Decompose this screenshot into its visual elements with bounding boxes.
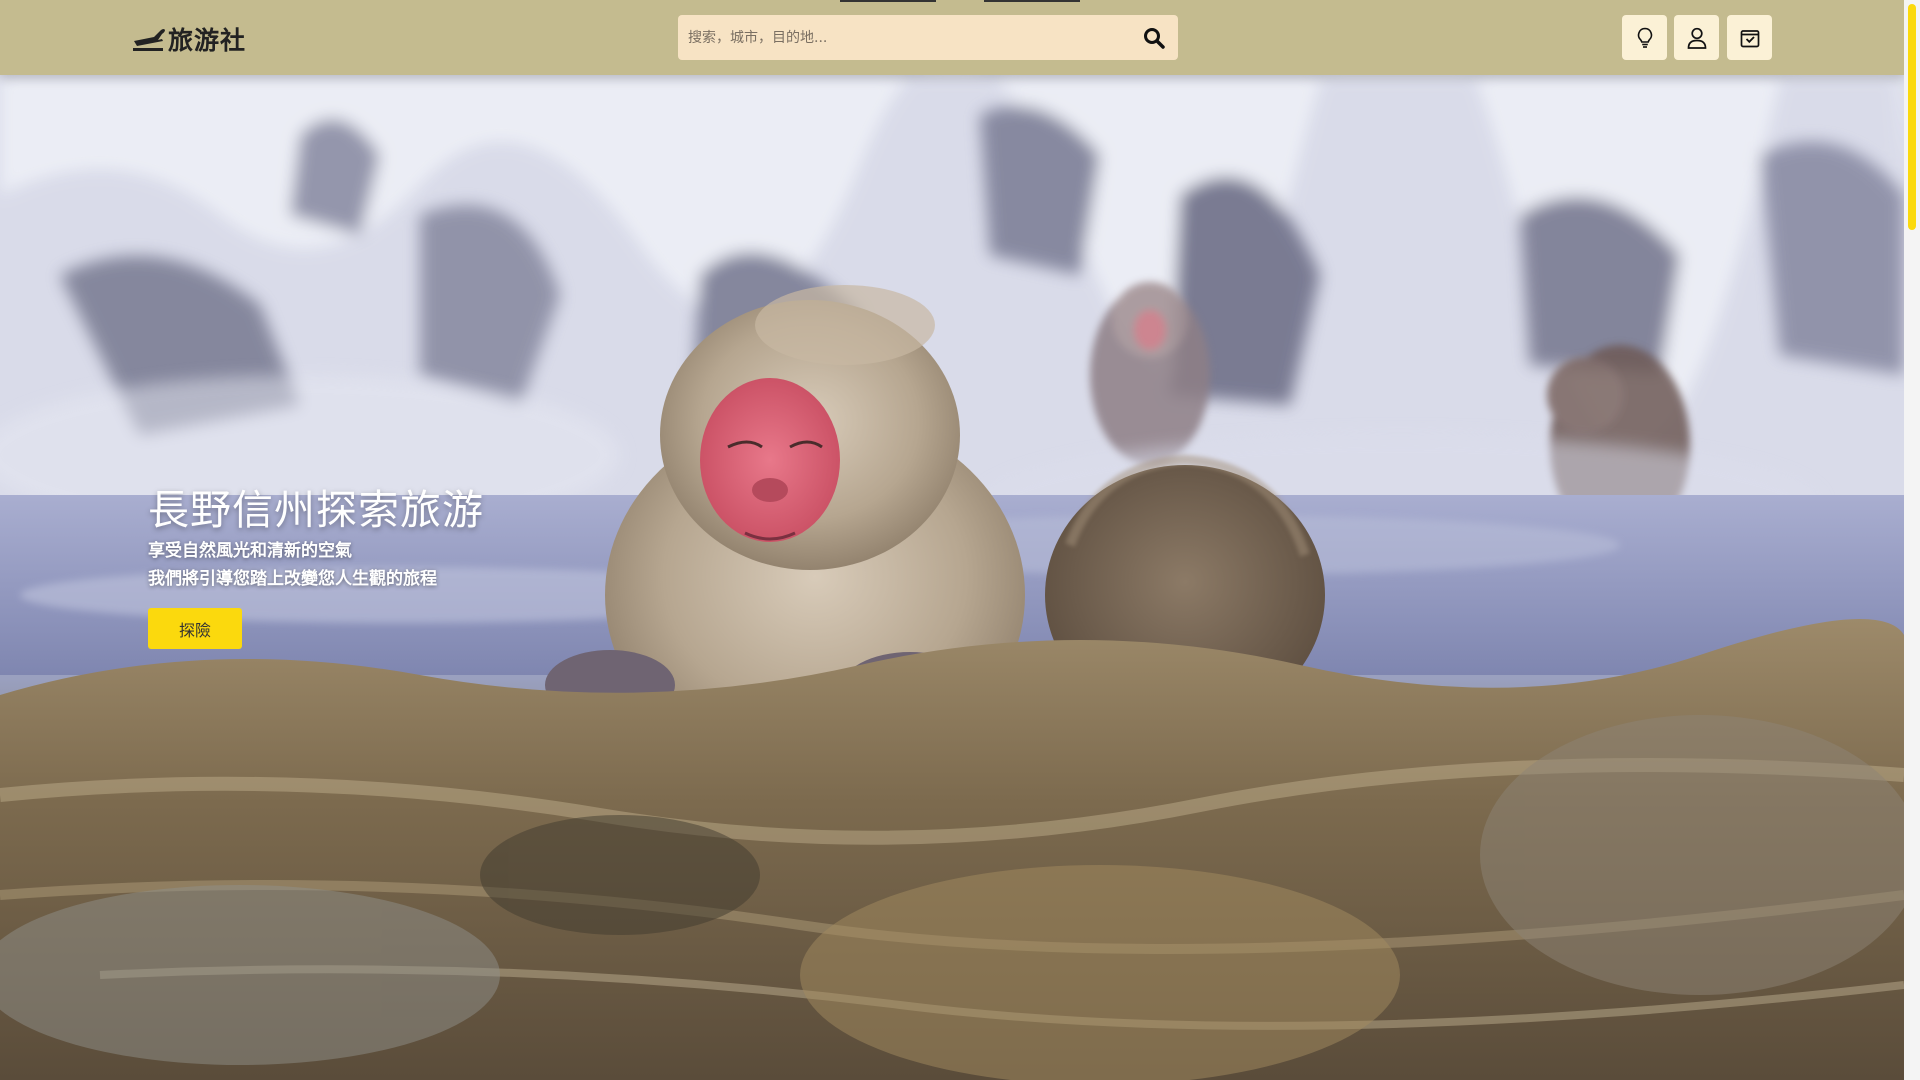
user-icon [1687, 27, 1706, 49]
explore-button[interactable]: 探險 [148, 608, 242, 649]
cart-button[interactable] [1727, 15, 1772, 60]
search-box [678, 15, 1178, 60]
lightbulb-icon [1637, 27, 1652, 48]
top-navbar: 旅游社 [0, 0, 1904, 75]
plane-logo-icon [133, 29, 165, 51]
search-icon [1144, 28, 1165, 49]
cart-check-icon [1740, 29, 1759, 47]
search-input[interactable] [678, 15, 1118, 60]
top-edge-tab [840, 0, 936, 2]
site-logo[interactable]: 旅游社 [132, 24, 247, 55]
site-logo-text: 旅游社 [168, 26, 247, 55]
hero-title: 長野信州探索旅游 [148, 486, 484, 534]
scrollbar-thumb[interactable] [1908, 4, 1916, 230]
hero-subtitle-line-2: 我們將引導您踏上改變您人生觀的旅程 [148, 569, 437, 589]
hero-subtitle-line-1: 享受自然風光和清新的空氣 [148, 541, 352, 561]
page: 旅游社 搜索，城市，目的地... 長野信州探索旅游 享受自然風光和清新的空氣 我… [0, 0, 1920, 1080]
ideas-button[interactable] [1622, 15, 1667, 60]
page-scrollbar[interactable] [1904, 0, 1920, 1080]
account-button[interactable] [1674, 15, 1719, 60]
top-edge-tab [984, 0, 1080, 2]
search-button[interactable] [1140, 24, 1168, 52]
